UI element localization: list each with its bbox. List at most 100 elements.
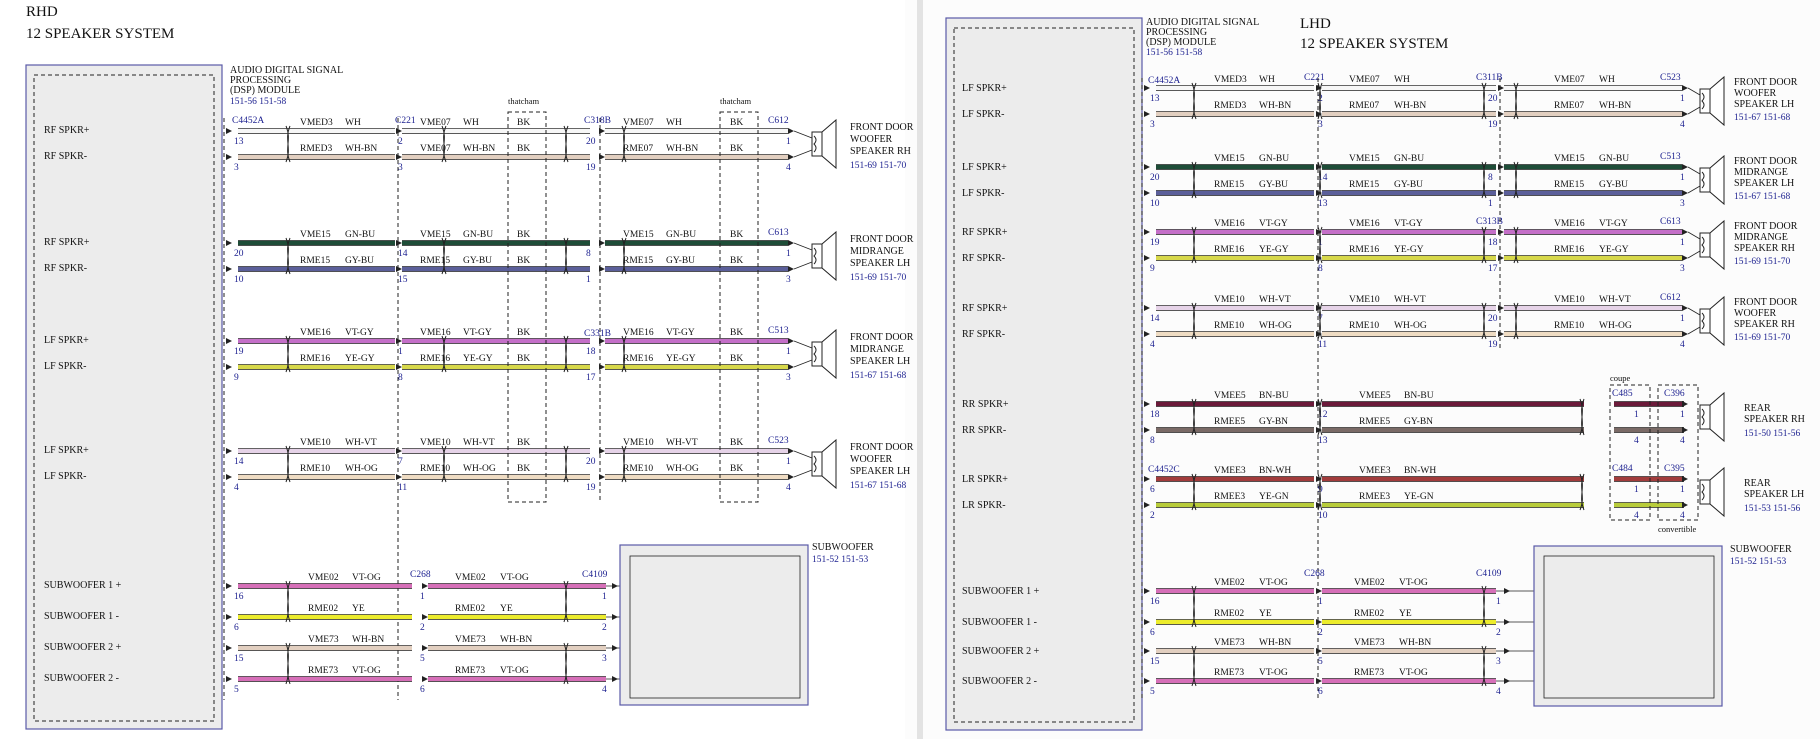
module-pin-label: SUBWOOFER 1 + — [44, 580, 122, 591]
module-pin-label: RF SPKR- — [962, 253, 1005, 264]
speaker-connector: C612 — [768, 116, 789, 126]
module-pin-label: LF SPKR- — [962, 188, 1005, 199]
speaker-ref: 151-69 151-70 — [1734, 333, 1790, 343]
speaker-connector: C613 — [768, 228, 789, 238]
speaker-ref: 151-53 151-56 — [1744, 504, 1800, 514]
wire-color-label: BN-BU — [1404, 391, 1434, 401]
circuit-label: RME15 — [420, 256, 450, 266]
pin-number: 4 — [602, 685, 607, 695]
circuit-label: RME10 — [1349, 321, 1379, 331]
speaker-name: SPEAKER RH — [1734, 319, 1795, 330]
connector-c313b: C313B — [1476, 217, 1503, 227]
circuit-label: VME15 — [1349, 154, 1380, 164]
shield-color-label: BK — [517, 328, 530, 338]
pin-number: 3 — [398, 163, 403, 173]
pin-number: 11 — [398, 483, 407, 493]
wire-color-label: WH-VT — [1599, 295, 1631, 305]
circuit-label: VME07 — [1554, 75, 1585, 85]
circuit-label: RME16 — [1554, 245, 1584, 255]
wire-color-label: GY-BU — [666, 256, 695, 266]
module-pin-label: RF SPKR- — [44, 263, 87, 274]
circuit-label: RME10 — [1554, 321, 1584, 331]
pin-number: 1 — [1680, 485, 1685, 495]
wire-color-label: VT-OG — [1399, 668, 1428, 678]
pin-number: 1 — [1634, 485, 1639, 495]
module-pin-label: RR SPKR- — [962, 425, 1006, 436]
shield-color-label: BK — [730, 438, 743, 448]
pin-number: 3 — [234, 163, 239, 173]
shield-color-label: BK — [730, 230, 743, 240]
pin-number: 2 — [1318, 628, 1323, 638]
module-pin-label: LF SPKR- — [44, 361, 87, 372]
wire-color-label: WH — [666, 118, 682, 128]
wire-color-label: WH-BN — [352, 635, 384, 645]
speaker-connector: C523 — [768, 436, 789, 446]
module-pin-label: LF SPKR+ — [962, 83, 1007, 94]
speaker-ref: 151-69 151-70 — [850, 273, 906, 283]
circuit-label: RME10 — [1214, 321, 1244, 331]
circuit-label: VME07 — [1349, 75, 1380, 85]
circuit-label: VME02 — [308, 573, 339, 583]
subwoofer-ref: 151-52 151-53 — [812, 555, 868, 565]
pin-number: 20 — [1150, 173, 1160, 183]
pin-number: 3 — [1496, 657, 1501, 667]
circuit-label: VME16 — [623, 328, 654, 338]
pin-number: 7 — [398, 457, 403, 467]
pin-number: 3 — [1680, 199, 1685, 209]
rhd-subtitle: 12 SPEAKER SYSTEM — [26, 26, 174, 42]
speaker-connector: C513 — [1660, 152, 1681, 162]
shield-color-label: BK — [730, 354, 743, 364]
pin-number: 11 — [1318, 340, 1327, 350]
wire-color-label: GN-BU — [1599, 154, 1629, 164]
pin-number: 3 — [602, 654, 607, 664]
rear-connector: C395 — [1664, 464, 1685, 474]
connector-c4109: C4109 — [1476, 569, 1502, 579]
circuit-label: RME73 — [455, 666, 485, 676]
speaker-name: SPEAKER LH — [1744, 489, 1804, 500]
rear-connector: C485 — [1612, 389, 1633, 399]
speaker-name: MIDRANGE — [850, 344, 904, 355]
wire-color-label: WH-BN — [1399, 638, 1431, 648]
connector-c4109: C4109 — [582, 570, 608, 580]
wire-color-label: YE — [500, 604, 513, 614]
circuit-label: VME73 — [1354, 638, 1385, 648]
speaker-ref: 151-50 151-56 — [1744, 429, 1800, 439]
circuit-label: RME73 — [1354, 668, 1384, 678]
connector-c4452a: C4452A — [232, 116, 264, 126]
pin-number: 6 — [1150, 628, 1155, 638]
circuit-label: RME16 — [300, 354, 330, 364]
circuit-label: VME15 — [300, 230, 331, 240]
pin-number: 8 — [586, 249, 591, 259]
wire-color-label: VT-GY — [345, 328, 374, 338]
module-pin-label: SUBWOOFER 2 + — [962, 646, 1040, 657]
shield-color-label: BK — [517, 256, 530, 266]
speaker-connector: C513 — [768, 326, 789, 336]
subwoofer-title: SUBWOOFER — [812, 542, 874, 553]
speaker-name: REAR — [1744, 478, 1771, 489]
pin-number: 15 — [234, 654, 244, 664]
wire-color-label: WH-VT — [463, 438, 495, 448]
pin-number: 8 — [1488, 173, 1493, 183]
pin-number: 6 — [234, 623, 239, 633]
wire-color-label: WH-OG — [1394, 321, 1427, 331]
thatcham-label: thatcham — [720, 96, 752, 106]
wire-color-label: VT-GY — [1259, 219, 1288, 229]
wire-color-label: VT-GY — [666, 328, 695, 338]
pin-number: 20 — [586, 457, 596, 467]
circuit-label: VMEE5 — [1214, 391, 1246, 401]
pin-number: 15 — [1150, 657, 1160, 667]
speaker-name: MIDRANGE — [1734, 167, 1788, 178]
circuit-label: VME73 — [1214, 638, 1245, 648]
circuit-label: VME10 — [1554, 295, 1585, 305]
wire-color-label: WH-OG — [1599, 321, 1632, 331]
pin-number: 3 — [1318, 120, 1323, 130]
circuit-label: VME10 — [300, 438, 331, 448]
circuit-label: RME10 — [300, 464, 330, 474]
pin-number: 4 — [1150, 340, 1155, 350]
pin-number: 1 — [786, 137, 791, 147]
pin-number: 4 — [786, 483, 791, 493]
module-pin-label: RF SPKR+ — [962, 303, 1008, 314]
pin-number: 5 — [420, 654, 425, 664]
speaker-name: SPEAKER LH — [1734, 178, 1794, 189]
circuit-label: RME15 — [300, 256, 330, 266]
